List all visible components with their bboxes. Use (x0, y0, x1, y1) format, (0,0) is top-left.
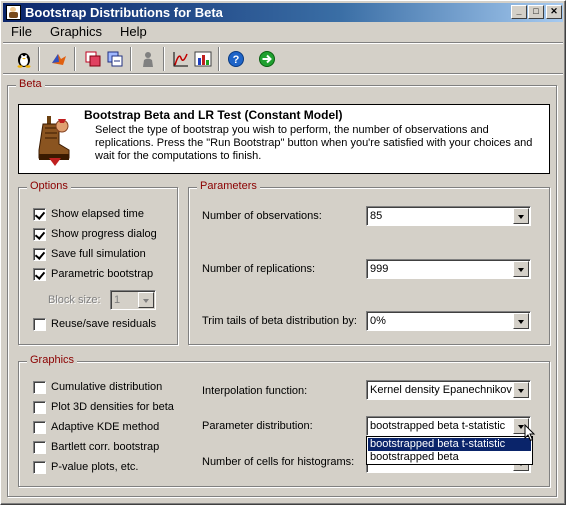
checkbox-box[interactable] (33, 420, 46, 434)
help-icon[interactable]: ? (225, 48, 247, 70)
plot-icon[interactable] (170, 48, 192, 70)
chevron-down-icon[interactable] (513, 261, 529, 277)
chevron-down-icon[interactable] (513, 313, 529, 329)
main-window: Bootstrap Distributions for Beta _ □ ✕ F… (0, 0, 566, 505)
checkbox-label: Plot 3D densities for beta (51, 401, 174, 413)
observations-select[interactable]: 85 (366, 206, 531, 226)
trim-tails-select[interactable]: 0% (366, 311, 531, 331)
show-progress-dialog-checkbox[interactable]: Show progress dialog (33, 227, 157, 241)
matlab-icon[interactable] (48, 48, 70, 70)
beta-group-legend: Beta (16, 78, 45, 90)
histogram-cells-label: Number of cells for histograms: (202, 456, 355, 468)
checkbox-label: Reuse/save residuals (51, 318, 157, 330)
menu-bar: File Graphics Help (3, 22, 563, 41)
chart-icon[interactable] (192, 48, 214, 70)
checkbox-box[interactable] (33, 227, 46, 241)
dropdown-option[interactable]: bootstrapped beta t-statistic (368, 438, 531, 451)
checkbox-label: Bartlett corr. bootstrap (51, 441, 160, 453)
plot-3d-densities-checkbox[interactable]: Plot 3D densities for beta (33, 400, 174, 414)
minimize-button[interactable]: _ (511, 5, 527, 19)
reuse-save-residuals-checkbox[interactable]: Reuse/save residuals (33, 317, 156, 331)
cumulative-distribution-checkbox[interactable]: Cumulative distribution (33, 380, 162, 394)
app-icon (6, 5, 21, 20)
replications-label: Number of replications: (202, 263, 316, 275)
checkbox-box[interactable] (33, 317, 46, 331)
window-title: Bootstrap Distributions for Beta (25, 5, 223, 20)
trim-tails-label: Trim tails of beta distribution by: (202, 315, 357, 327)
interpolation-label: Interpolation function: (202, 385, 308, 397)
menu-graphics[interactable]: Graphics (50, 24, 102, 39)
toolbar: ? (3, 42, 563, 74)
checkbox-label: Cumulative distribution (51, 381, 163, 393)
checkbox-box[interactable] (33, 247, 46, 261)
options-legend: Options (27, 180, 71, 192)
checkbox-box[interactable] (33, 440, 46, 454)
checkbox-box[interactable] (33, 460, 46, 474)
copy-icon[interactable] (82, 48, 104, 70)
svg-text:?: ? (233, 54, 240, 66)
block-size-label: Block size: (48, 294, 101, 306)
parameter-distribution-select[interactable]: bootstrapped beta t-statistic (366, 416, 531, 436)
menu-help[interactable]: Help (120, 24, 147, 39)
parameter-distribution-dropdown: bootstrapped beta t-statistic bootstrapp… (366, 436, 533, 465)
dropdown-option[interactable]: bootstrapped beta (368, 451, 531, 464)
interpolation-value: Kernel density Epanechnikov (370, 384, 512, 396)
block-size-value: 1 (114, 294, 121, 306)
title-bar[interactable]: Bootstrap Distributions for Beta _ □ ✕ (3, 3, 563, 22)
mouse-cursor-icon (524, 424, 536, 442)
checkbox-box[interactable] (33, 267, 46, 281)
checkbox-label: P-value plots, etc. (51, 461, 139, 473)
chevron-down-icon[interactable] (513, 382, 529, 398)
info-title: Bootstrap Beta and LR Test (Constant Mod… (84, 108, 343, 122)
replications-select[interactable]: 999 (366, 259, 531, 279)
checkbox-label: Show elapsed time (51, 208, 144, 220)
close-button[interactable]: ✕ (546, 5, 562, 19)
info-box: Bootstrap Beta and LR Test (Constant Mod… (18, 104, 550, 174)
parameter-distribution-value: bootstrapped beta t-statistic (370, 420, 506, 432)
figure-icon[interactable] (137, 48, 159, 70)
checkbox-label: Adaptive KDE method (51, 421, 160, 433)
observations-value: 85 (370, 210, 383, 222)
maximize-button[interactable]: □ (528, 5, 544, 19)
bootstrap-boot-icon (38, 116, 70, 166)
show-elapsed-time-checkbox[interactable]: Show elapsed time (33, 207, 144, 221)
menu-file[interactable]: File (11, 24, 32, 39)
p-value-plots-checkbox[interactable]: P-value plots, etc. (33, 460, 138, 474)
checkbox-box[interactable] (33, 207, 46, 221)
bartlett-corr-checkbox[interactable]: Bartlett corr. bootstrap (33, 440, 159, 454)
paste-icon[interactable] (104, 48, 126, 70)
interpolation-select[interactable]: Kernel density Epanechnikov (366, 380, 531, 400)
parametric-bootstrap-checkbox[interactable]: Parametric bootstrap (33, 267, 153, 281)
trim-tails-value: 0% (370, 315, 386, 327)
adaptive-kde-checkbox[interactable]: Adaptive KDE method (33, 420, 159, 434)
chevron-down-icon[interactable] (138, 292, 154, 308)
parameter-distribution-label: Parameter distribution: (202, 420, 313, 432)
checkbox-label: Parametric bootstrap (51, 268, 154, 280)
save-full-simulation-checkbox[interactable]: Save full simulation (33, 247, 146, 261)
run-icon[interactable] (256, 48, 278, 70)
checkbox-label: Save full simulation (51, 248, 146, 260)
info-text: Select the type of bootstrap you wish to… (95, 124, 533, 162)
chevron-down-icon[interactable] (513, 208, 529, 224)
block-size-select[interactable]: 1 (110, 290, 156, 310)
tux-icon[interactable] (13, 48, 35, 70)
graphics-legend: Graphics (27, 354, 78, 366)
checkbox-box[interactable] (33, 400, 46, 414)
parameters-legend: Parameters (197, 180, 260, 192)
checkbox-label: Show progress dialog (51, 228, 157, 240)
observations-label: Number of observations: (202, 210, 322, 222)
checkbox-box[interactable] (33, 380, 46, 394)
replications-value: 999 (370, 263, 389, 275)
